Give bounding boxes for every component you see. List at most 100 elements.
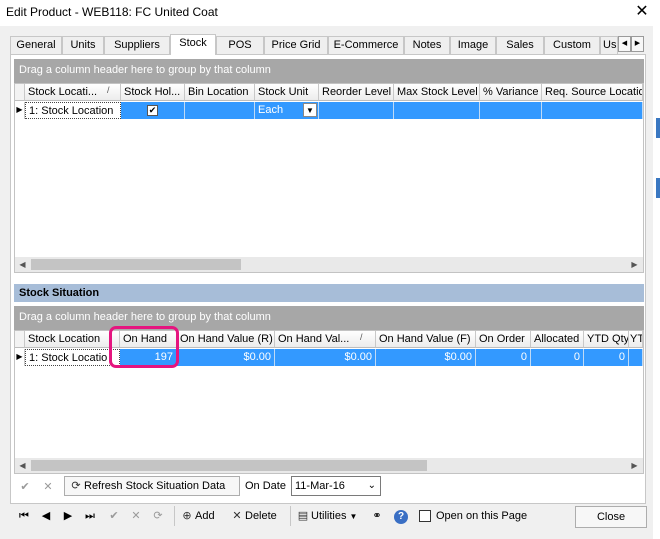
refresh-icon: ⟳ xyxy=(71,480,81,492)
cell-reorder-level[interactable] xyxy=(319,102,394,119)
open-on-page-checkbox[interactable] xyxy=(419,510,431,522)
cell-ytd-qty[interactable]: 0 xyxy=(584,349,629,366)
tab-price-grid[interactable]: Price Grid xyxy=(264,36,328,54)
tab-stock[interactable]: Stock xyxy=(170,34,216,55)
row-indicator-icon: ▶ xyxy=(15,102,25,119)
col-req-source-location[interactable]: Req. Source Locatio xyxy=(542,84,643,101)
col-allocated[interactable]: Allocated xyxy=(531,331,584,348)
background-window-edge xyxy=(653,0,660,539)
first-record-icon[interactable]: ⏮ xyxy=(14,506,34,526)
delete-label: Delete xyxy=(245,510,277,522)
cell-ytd[interactable] xyxy=(629,349,643,366)
row-indicator-icon: ▶ xyxy=(15,349,25,366)
col-on-hand-value-r[interactable]: On Hand Value (R) xyxy=(177,331,275,348)
post-icon[interactable]: ✔ xyxy=(104,506,124,526)
tab-scroll-right-icon[interactable]: ▶ xyxy=(631,36,644,52)
utilities-button[interactable]: ▤ Utilities ▼ xyxy=(294,506,364,526)
on-date-picker[interactable]: 11-Mar-16 ⌄ xyxy=(291,476,381,496)
cell-stock-holding[interactable]: ✔ xyxy=(121,102,185,119)
grid-corner xyxy=(15,331,25,348)
help-icon[interactable]: ? xyxy=(390,506,412,526)
scroll-right-icon[interactable]: ▶ xyxy=(627,458,642,473)
tab-suppliers[interactable]: Suppliers xyxy=(104,36,170,54)
previous-record-icon[interactable]: ◀ xyxy=(36,506,56,526)
scroll-thumb[interactable] xyxy=(31,460,427,471)
on-hand-highlight-annotation xyxy=(109,326,179,368)
cell-stock-location[interactable]: 1: Stock Locatio xyxy=(25,349,120,366)
add-button[interactable]: ⊕ Add xyxy=(178,506,228,526)
cancel-edit-icon[interactable]: ✕ xyxy=(126,506,146,526)
find-binoculars-icon[interactable]: ⚭ xyxy=(366,506,388,526)
stock-situation-header: Stock Situation xyxy=(14,284,644,302)
scroll-left-icon[interactable]: ◀ xyxy=(15,458,30,473)
col-stock-holding[interactable]: Stock Hol... xyxy=(121,84,185,101)
col-on-order[interactable]: On Order xyxy=(476,331,531,348)
cell-variance[interactable] xyxy=(480,102,542,119)
col-stock-unit[interactable]: Stock Unit xyxy=(255,84,319,101)
cell-on-order[interactable]: 0 xyxy=(476,349,531,366)
tab-custom[interactable]: Custom xyxy=(544,36,600,54)
cancel-icon[interactable]: ✕ xyxy=(37,477,59,497)
tab-strip: General Units Suppliers Stock POS Price … xyxy=(10,34,646,55)
next-record-icon[interactable]: ▶ xyxy=(58,506,78,526)
stock-holding-checkbox[interactable]: ✔ xyxy=(147,105,158,116)
cell-on-hand-value-r[interactable]: $0.00 xyxy=(177,349,275,366)
col-bin-location[interactable]: Bin Location xyxy=(185,84,255,101)
refresh-label: Refresh Stock Situation Data xyxy=(84,480,226,492)
chevron-down-icon[interactable]: ⌄ xyxy=(368,477,376,495)
col-ytd-qty[interactable]: YTD Qty xyxy=(584,331,629,348)
last-record-icon[interactable]: ⏭ xyxy=(80,506,100,526)
chevron-down-icon[interactable]: ▼ xyxy=(303,103,317,117)
delete-icon: ✕ xyxy=(232,510,242,522)
tab-scroll-left-icon[interactable]: ◀ xyxy=(618,36,631,52)
add-label: Add xyxy=(195,510,215,522)
tab-sales[interactable]: Sales xyxy=(496,36,544,54)
stock-grid-hscrollbar[interactable]: ◀ ▶ xyxy=(15,257,643,272)
utilities-label: Utilities xyxy=(311,510,347,522)
tab-us[interactable]: Us xyxy=(600,36,618,54)
col-reorder-level[interactable]: Reorder Level xyxy=(319,84,394,101)
cell-max-stock-level[interactable] xyxy=(394,102,480,119)
cell-stock-unit[interactable]: Each ▼ xyxy=(255,102,319,119)
scroll-right-icon[interactable]: ▶ xyxy=(627,257,642,272)
toolbar-separator xyxy=(290,506,291,526)
cell-bin-location[interactable] xyxy=(185,102,255,119)
delete-button[interactable]: ✕ Delete xyxy=(228,506,288,526)
tab-general[interactable]: General xyxy=(10,36,62,54)
window-close-icon[interactable]: ✕ xyxy=(634,3,650,21)
cell-on-hand-value-f[interactable]: $0.00 xyxy=(376,349,476,366)
col-ytd[interactable]: YTD xyxy=(629,331,643,348)
add-icon: ⊕ xyxy=(182,510,192,522)
tab-e-commerce[interactable]: E-Commerce xyxy=(328,36,404,54)
on-date-value: 11-Mar-16 xyxy=(295,480,345,492)
group-by-panel-situation[interactable]: Drag a column header here to group by th… xyxy=(14,306,644,330)
refresh-stock-situation-button[interactable]: ⟳ Refresh Stock Situation Data xyxy=(64,476,240,496)
stock-locations-grid: Stock Locati... / Stock Hol... Bin Locat… xyxy=(14,83,644,273)
tab-image[interactable]: Image xyxy=(450,36,496,54)
group-by-panel[interactable]: Drag a column header here to group by th… xyxy=(14,59,644,83)
scroll-thumb[interactable] xyxy=(31,259,241,270)
refresh-icon[interactable]: ⟳ xyxy=(148,506,168,526)
cell-on-hand-value-x[interactable]: $0.00 xyxy=(275,349,376,366)
window-title: Edit Product - WEB118: FC United Coat xyxy=(6,5,218,19)
col-max-stock-level[interactable]: Max Stock Level xyxy=(394,84,480,101)
col-variance[interactable]: % Variance xyxy=(480,84,542,101)
cell-stock-location[interactable]: 1: Stock Location xyxy=(25,102,121,119)
cell-allocated[interactable]: 0 xyxy=(531,349,584,366)
col-on-hand-value-f[interactable]: On Hand Value (F) xyxy=(376,331,476,348)
tab-notes[interactable]: Notes xyxy=(404,36,450,54)
tab-pos[interactable]: POS xyxy=(216,36,264,54)
tab-units[interactable]: Units xyxy=(62,36,104,54)
situation-grid-hscrollbar[interactable]: ◀ ▶ xyxy=(15,458,643,473)
col-stock-location[interactable]: Stock Location xyxy=(25,331,120,348)
sort-icon: / xyxy=(107,85,110,95)
on-date-label: On Date xyxy=(245,480,286,492)
grid-corner xyxy=(15,84,25,101)
toolbar-separator xyxy=(174,506,175,526)
sort-icon: / xyxy=(360,332,363,342)
confirm-icon[interactable]: ✔ xyxy=(14,477,36,497)
cell-req-source-location[interactable] xyxy=(542,102,643,119)
scroll-left-icon[interactable]: ◀ xyxy=(15,257,30,272)
close-button[interactable]: Close xyxy=(575,506,647,528)
stock-unit-value: Each xyxy=(258,104,284,116)
